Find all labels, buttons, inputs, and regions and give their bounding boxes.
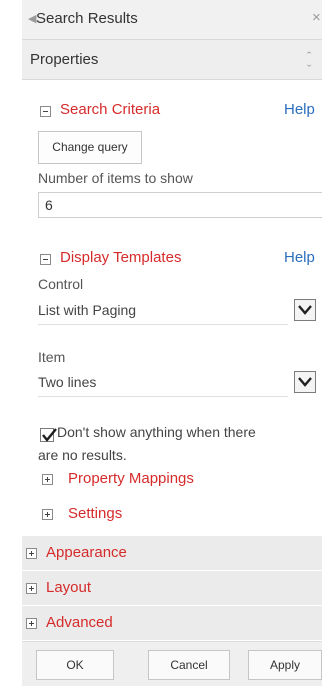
change-query-button[interactable]: Change query xyxy=(38,131,142,164)
expand-property-mappings-icon[interactable] xyxy=(42,474,53,485)
no-results-checkbox[interactable] xyxy=(40,428,57,442)
collapse-search-criteria-icon[interactable] xyxy=(40,106,51,117)
section-advanced[interactable]: Advanced xyxy=(22,606,322,641)
collapse-icon[interactable]: ˆˇ xyxy=(307,50,311,76)
item-label: Item xyxy=(38,349,66,365)
section-layout[interactable]: Layout xyxy=(22,571,322,606)
control-dropdown-button[interactable] xyxy=(294,299,316,321)
search-criteria-heading[interactable]: Search Criteria xyxy=(60,101,160,118)
layout-heading[interactable]: Layout xyxy=(46,579,91,596)
web-part-tool-pane: ◀ Search Results × Properties ˆˇ Search … xyxy=(22,0,322,686)
expand-settings-icon[interactable] xyxy=(42,509,53,520)
expand-advanced-icon[interactable] xyxy=(26,618,37,629)
items-to-show-label: Number of items to show xyxy=(38,170,193,186)
properties-header[interactable]: Properties ˆˇ xyxy=(22,40,322,80)
expand-layout-icon[interactable] xyxy=(26,583,37,594)
no-results-checkbox-label-cont[interactable]: are no results. xyxy=(38,447,127,463)
item-select[interactable]: Two lines xyxy=(38,374,288,397)
tool-pane-title: Search Results xyxy=(36,10,138,27)
chevron-down-icon xyxy=(298,305,312,315)
display-templates-help-link[interactable]: Help xyxy=(284,249,315,266)
section-appearance[interactable]: Appearance xyxy=(22,536,322,571)
checkmark-icon xyxy=(42,428,57,442)
display-templates-heading[interactable]: Display Templates xyxy=(60,249,181,266)
ok-button[interactable]: OK xyxy=(36,650,114,680)
properties-label: Properties xyxy=(30,51,99,68)
control-select[interactable]: List with Paging xyxy=(38,302,288,325)
expand-appearance-icon[interactable] xyxy=(26,548,37,559)
cancel-button[interactable]: Cancel xyxy=(148,650,230,680)
apply-button[interactable]: Apply xyxy=(248,650,322,680)
control-label: Control xyxy=(38,276,84,292)
chevron-down-icon xyxy=(298,377,312,387)
property-mappings-heading[interactable]: Property Mappings xyxy=(68,470,194,487)
tool-pane-footer: OK Cancel Apply xyxy=(22,641,322,686)
items-to-show-input[interactable]: 6 xyxy=(38,192,322,218)
advanced-heading[interactable]: Advanced xyxy=(46,614,113,631)
no-results-checkbox-label[interactable]: Don't show anything when there xyxy=(57,424,256,440)
appearance-heading[interactable]: Appearance xyxy=(46,544,127,561)
collapse-display-templates-icon[interactable] xyxy=(40,254,51,265)
tool-pane-titlebar: ◀ Search Results × xyxy=(22,0,322,40)
close-icon[interactable]: × xyxy=(312,9,321,26)
item-dropdown-button[interactable] xyxy=(294,371,316,393)
settings-heading[interactable]: Settings xyxy=(68,505,122,522)
search-criteria-help-link[interactable]: Help xyxy=(284,101,315,118)
